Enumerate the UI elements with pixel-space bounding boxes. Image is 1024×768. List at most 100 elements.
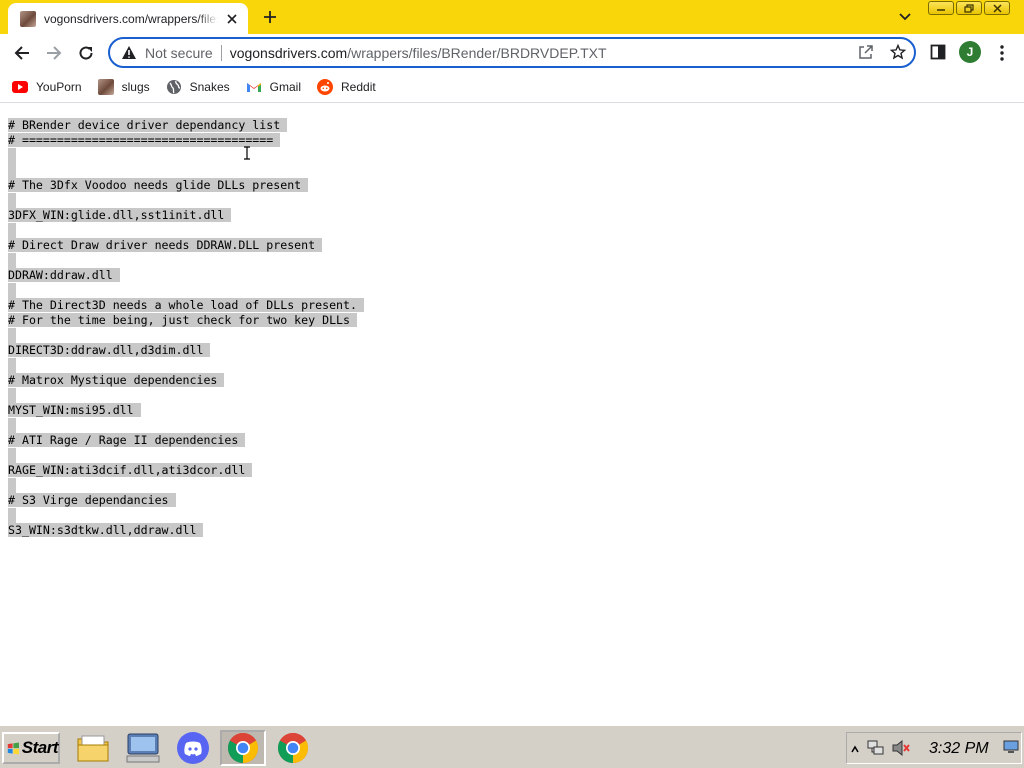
- reload-button[interactable]: [74, 41, 98, 65]
- file-explorer-icon[interactable]: [70, 730, 116, 766]
- document-line: S3_WIN:s3dtkw.dll,ddraw.dll: [8, 523, 364, 538]
- document-line-text: DDRAW:ddraw.dll: [8, 268, 120, 282]
- close-window-button[interactable]: [984, 1, 1010, 15]
- taskbar-clock[interactable]: 3:32 PM: [929, 740, 989, 758]
- document-line: [8, 193, 364, 208]
- start-label: Start: [21, 738, 59, 757]
- document-line: # Matrox Mystique dependencies: [8, 373, 364, 388]
- system-tray: 3:32 PM: [846, 732, 1022, 764]
- document-line: RAGE_WIN:ati3dcif.dll,ati3dcor.dll: [8, 463, 364, 478]
- document-line-text: # ATI Rage / Rage II dependencies: [8, 433, 246, 447]
- document-line: # ATI Rage / Rage II dependencies: [8, 433, 364, 448]
- document-line: MYST_WIN:msi95.dll: [8, 403, 364, 418]
- document-line: [8, 478, 364, 493]
- page-content: # BRender device driver dependancy list …: [0, 104, 1024, 724]
- address-bar[interactable]: Not secure vogonsdrivers.com/wrappers/fi…: [108, 37, 916, 68]
- bookmarks-bar: YouPorn slugs Snakes Gmail Reddit: [0, 72, 1024, 103]
- document-line-text: [8, 328, 16, 343]
- document-line: # The 3Dfx Voodoo needs glide DLLs prese…: [8, 178, 364, 193]
- document-line-text: [8, 193, 16, 208]
- bookmark-snakes[interactable]: Snakes: [166, 75, 230, 99]
- document-line-text: [8, 418, 16, 433]
- document-line-text: RAGE_WIN:ati3dcif.dll,ati3dcor.dll: [8, 463, 253, 477]
- network-icon[interactable]: [867, 739, 885, 762]
- bookmark-slugs[interactable]: slugs: [97, 75, 150, 99]
- computer-icon[interactable]: [120, 730, 166, 766]
- security-status-label[interactable]: Not secure: [145, 45, 213, 61]
- browser-toolbar: Not secure vogonsdrivers.com/wrappers/fi…: [0, 34, 1024, 72]
- side-panel-icon[interactable]: [928, 42, 948, 62]
- document-line-text: # For the time being, just check for two…: [8, 313, 358, 327]
- document-line-text: S3_WIN:s3dtkw.dll,ddraw.dll: [8, 523, 204, 537]
- browser-menu-icon[interactable]: [994, 41, 1010, 65]
- document-line-text: [8, 163, 16, 178]
- volume-muted-icon[interactable]: [891, 739, 911, 762]
- document-line-text: MYST_WIN:msi95.dll: [8, 403, 141, 417]
- youtube-red-play-icon: [12, 79, 28, 95]
- document-line: [8, 283, 364, 298]
- tab-search-chevron-icon[interactable]: [896, 8, 914, 26]
- chrome-icon[interactable]: [220, 730, 266, 766]
- document-line: [8, 508, 364, 523]
- document-line-text: [8, 148, 16, 163]
- text-cursor-icon: [244, 146, 250, 160]
- forward-button[interactable]: [42, 41, 66, 65]
- document-line-text: # S3 Virge dependancies: [8, 493, 176, 507]
- new-tab-button[interactable]: [259, 6, 281, 28]
- site-favicon-icon: [20, 10, 36, 27]
- bookmark-reddit[interactable]: Reddit: [317, 75, 376, 99]
- document-line-text: 3DFX_WIN:glide.dll,sst1init.dll: [8, 208, 232, 222]
- document-line-text: # Direct Draw driver needs DDRAW.DLL pre…: [8, 238, 323, 252]
- show-desktop-icon[interactable]: [1003, 740, 1019, 759]
- bookmark-gmail[interactable]: Gmail: [246, 75, 301, 99]
- bookmark-label: Snakes: [189, 80, 230, 94]
- plain-text-document[interactable]: # BRender device driver dependancy list …: [8, 118, 364, 538]
- close-tab-icon[interactable]: [224, 11, 240, 27]
- show-hidden-icons-chevron-icon[interactable]: [851, 741, 859, 759]
- bookmark-label: Reddit: [341, 80, 376, 94]
- document-line-text: [8, 448, 16, 463]
- document-line-text: [8, 388, 16, 403]
- tab-strip: vogonsdrivers.com/wrappers/files/BRender…: [0, 0, 1024, 34]
- document-line: [8, 418, 364, 433]
- document-line-text: [8, 478, 16, 493]
- document-line: [8, 388, 364, 403]
- bookmark-youporn[interactable]: YouPorn: [12, 75, 82, 99]
- minimize-window-button[interactable]: [928, 1, 954, 15]
- start-button[interactable]: Start: [2, 732, 60, 764]
- document-line: # S3 Virge dependancies: [8, 493, 364, 508]
- document-line-text: [8, 283, 16, 298]
- windows-logo-icon: [7, 742, 19, 754]
- document-line-text: # ====================================: [8, 133, 281, 147]
- profile-avatar[interactable]: J: [959, 41, 981, 63]
- tab-title: vogonsdrivers.com/wrappers/files/BRender…: [44, 11, 218, 26]
- document-line: [8, 328, 364, 343]
- document-line-text: DIRECT3D:ddraw.dll,d3dim.dll: [8, 343, 211, 357]
- document-line: # ====================================: [8, 133, 364, 148]
- bookmark-star-icon[interactable]: [889, 43, 907, 65]
- document-line: [8, 448, 364, 463]
- back-button[interactable]: [10, 41, 34, 65]
- document-line-text: [8, 358, 16, 373]
- document-line: [8, 148, 364, 163]
- document-line: # Direct Draw driver needs DDRAW.DLL pre…: [8, 238, 364, 253]
- document-line: DDRAW:ddraw.dll: [8, 268, 364, 283]
- document-line: # For the time being, just check for two…: [8, 313, 364, 328]
- document-line-text: # The Direct3D needs a whole load of DLL…: [8, 298, 364, 312]
- document-line-text: [8, 223, 16, 238]
- browser-tab[interactable]: vogonsdrivers.com/wrappers/files/BRender…: [8, 3, 248, 34]
- restore-window-button[interactable]: [956, 1, 982, 15]
- document-line: [8, 358, 364, 373]
- omnibox-divider: [220, 44, 222, 61]
- url-text[interactable]: vogonsdrivers.com/wrappers/files/BRender…: [230, 45, 607, 61]
- warning-triangle-icon[interactable]: [121, 45, 137, 61]
- image-favicon: [97, 79, 114, 95]
- document-line: DIRECT3D:ddraw.dll,d3dim.dll: [8, 343, 364, 358]
- document-line-text: # The 3Dfx Voodoo needs glide DLLs prese…: [8, 178, 309, 192]
- chrome-icon[interactable]: [270, 730, 316, 766]
- globe-icon: [166, 79, 182, 95]
- discord-icon[interactable]: [170, 730, 216, 766]
- document-line: [8, 223, 364, 238]
- share-icon[interactable]: [858, 44, 874, 65]
- bookmark-label: YouPorn: [36, 80, 82, 94]
